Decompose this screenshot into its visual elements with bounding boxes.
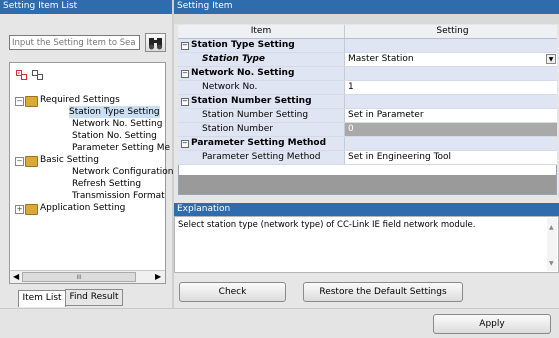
search-button[interactable] (145, 33, 166, 52)
search-input[interactable] (9, 35, 140, 50)
collapse-group-icon[interactable]: − (181, 70, 189, 78)
explanation-text: Select station type (network type) of CC… (178, 220, 476, 230)
explanation-scrollbar[interactable]: ▲ ▼ (547, 218, 557, 271)
tree-item-required-settings[interactable]: Required Settings (40, 94, 120, 106)
expand-all-icon[interactable] (16, 70, 28, 83)
row-station-number: Station Number 0 (178, 123, 557, 137)
column-header-item: Item (250, 26, 272, 36)
spacer (174, 14, 559, 24)
column-header-setting: Setting (344, 25, 557, 38)
group-row-station-number-setting[interactable]: − Station Number Setting (178, 95, 557, 109)
check-button[interactable]: Check (179, 282, 286, 302)
folder-icon (25, 204, 38, 215)
grid-empty-area (179, 175, 556, 194)
row-station-type[interactable]: Station Type Master Station ▼ (178, 53, 557, 67)
binoculars-icon (149, 38, 162, 50)
station-type-select[interactable]: Master Station ▼ (344, 53, 557, 66)
collapse-group-icon[interactable]: − (181, 42, 189, 50)
collapse-group-icon[interactable]: − (181, 140, 189, 148)
row-station-number-setting-method[interactable]: Station Number Setting Method Set in Par… (178, 109, 557, 133)
explanation-box: Select station type (network type) of CC… (174, 216, 559, 273)
group-row-network-no-setting[interactable]: − Network No. Setting (178, 67, 557, 81)
collapse-all-icon[interactable] (32, 70, 44, 83)
tree-item-application-setting[interactable]: Application Setting (40, 202, 125, 214)
grid-header: Item Setting (178, 25, 557, 39)
row-parameter-setting-method[interactable]: Parameter Setting Method Set in Engineer… (178, 151, 557, 165)
apply-button[interactable]: Apply (433, 314, 551, 334)
basic-setting-toggle[interactable]: − (15, 157, 24, 166)
scroll-up-icon[interactable]: ▲ (549, 224, 554, 231)
station-number-field: 0 (344, 123, 557, 136)
horizontal-scrollbar[interactable]: ◀ III ▶ (10, 270, 165, 283)
parameter-method-field[interactable]: Set in Engineering Tool (344, 151, 557, 164)
collapse-group-icon[interactable]: − (181, 98, 189, 106)
scroll-right-icon[interactable]: ▶ (155, 271, 161, 283)
group-row-parameter-setting-method[interactable]: − Parameter Setting Method (178, 137, 557, 151)
setting-item-title: Setting Item (174, 0, 559, 14)
tree-item-station-type-setting[interactable]: Station Type Setting (69, 106, 160, 118)
station-number-method-field[interactable]: Set in Parameter (344, 109, 557, 122)
scroll-left-icon[interactable]: ◀ (13, 271, 19, 283)
restore-default-button[interactable]: Restore the Default Settings (303, 282, 463, 302)
tree-item-station-no-setting[interactable]: Station No. Setting (72, 130, 157, 142)
group-row-station-type-setting[interactable]: − Station Type Setting (178, 39, 557, 53)
tab-item-list[interactable]: Item List (18, 290, 66, 307)
setting-tree: − Required Settings Station Type Setting… (9, 62, 173, 284)
tree-item-network-no-setting[interactable]: Network No. Setting (72, 118, 162, 130)
tree-item-basic-setting[interactable]: Basic Setting (40, 154, 99, 166)
tree-item-network-configuration[interactable]: Network Configuration (72, 166, 173, 178)
application-setting-toggle[interactable]: + (15, 205, 24, 214)
folder-icon (25, 96, 38, 107)
required-settings-toggle[interactable]: − (15, 97, 24, 106)
folder-icon (25, 156, 38, 167)
tree-item-transmission-format[interactable]: Transmission Format (72, 190, 165, 202)
setting-item-list-title: Setting Item List (0, 0, 172, 14)
chevron-down-icon[interactable]: ▼ (546, 54, 556, 64)
tree-item-parameter-setting-method[interactable]: Parameter Setting Me (72, 142, 170, 154)
scroll-thumb[interactable]: III (22, 272, 136, 282)
network-no-field[interactable]: 1 (344, 81, 557, 94)
tab-find-result[interactable]: Find Result (65, 289, 123, 306)
row-network-no[interactable]: Network No. 1 (178, 81, 557, 95)
scroll-down-icon[interactable]: ▼ (549, 260, 554, 267)
setting-grid-body: Item Setting − Station Type Setting Stati… (178, 25, 557, 165)
tree-item-refresh-setting[interactable]: Refresh Setting (72, 178, 141, 190)
explanation-title: Explanation (174, 203, 559, 216)
